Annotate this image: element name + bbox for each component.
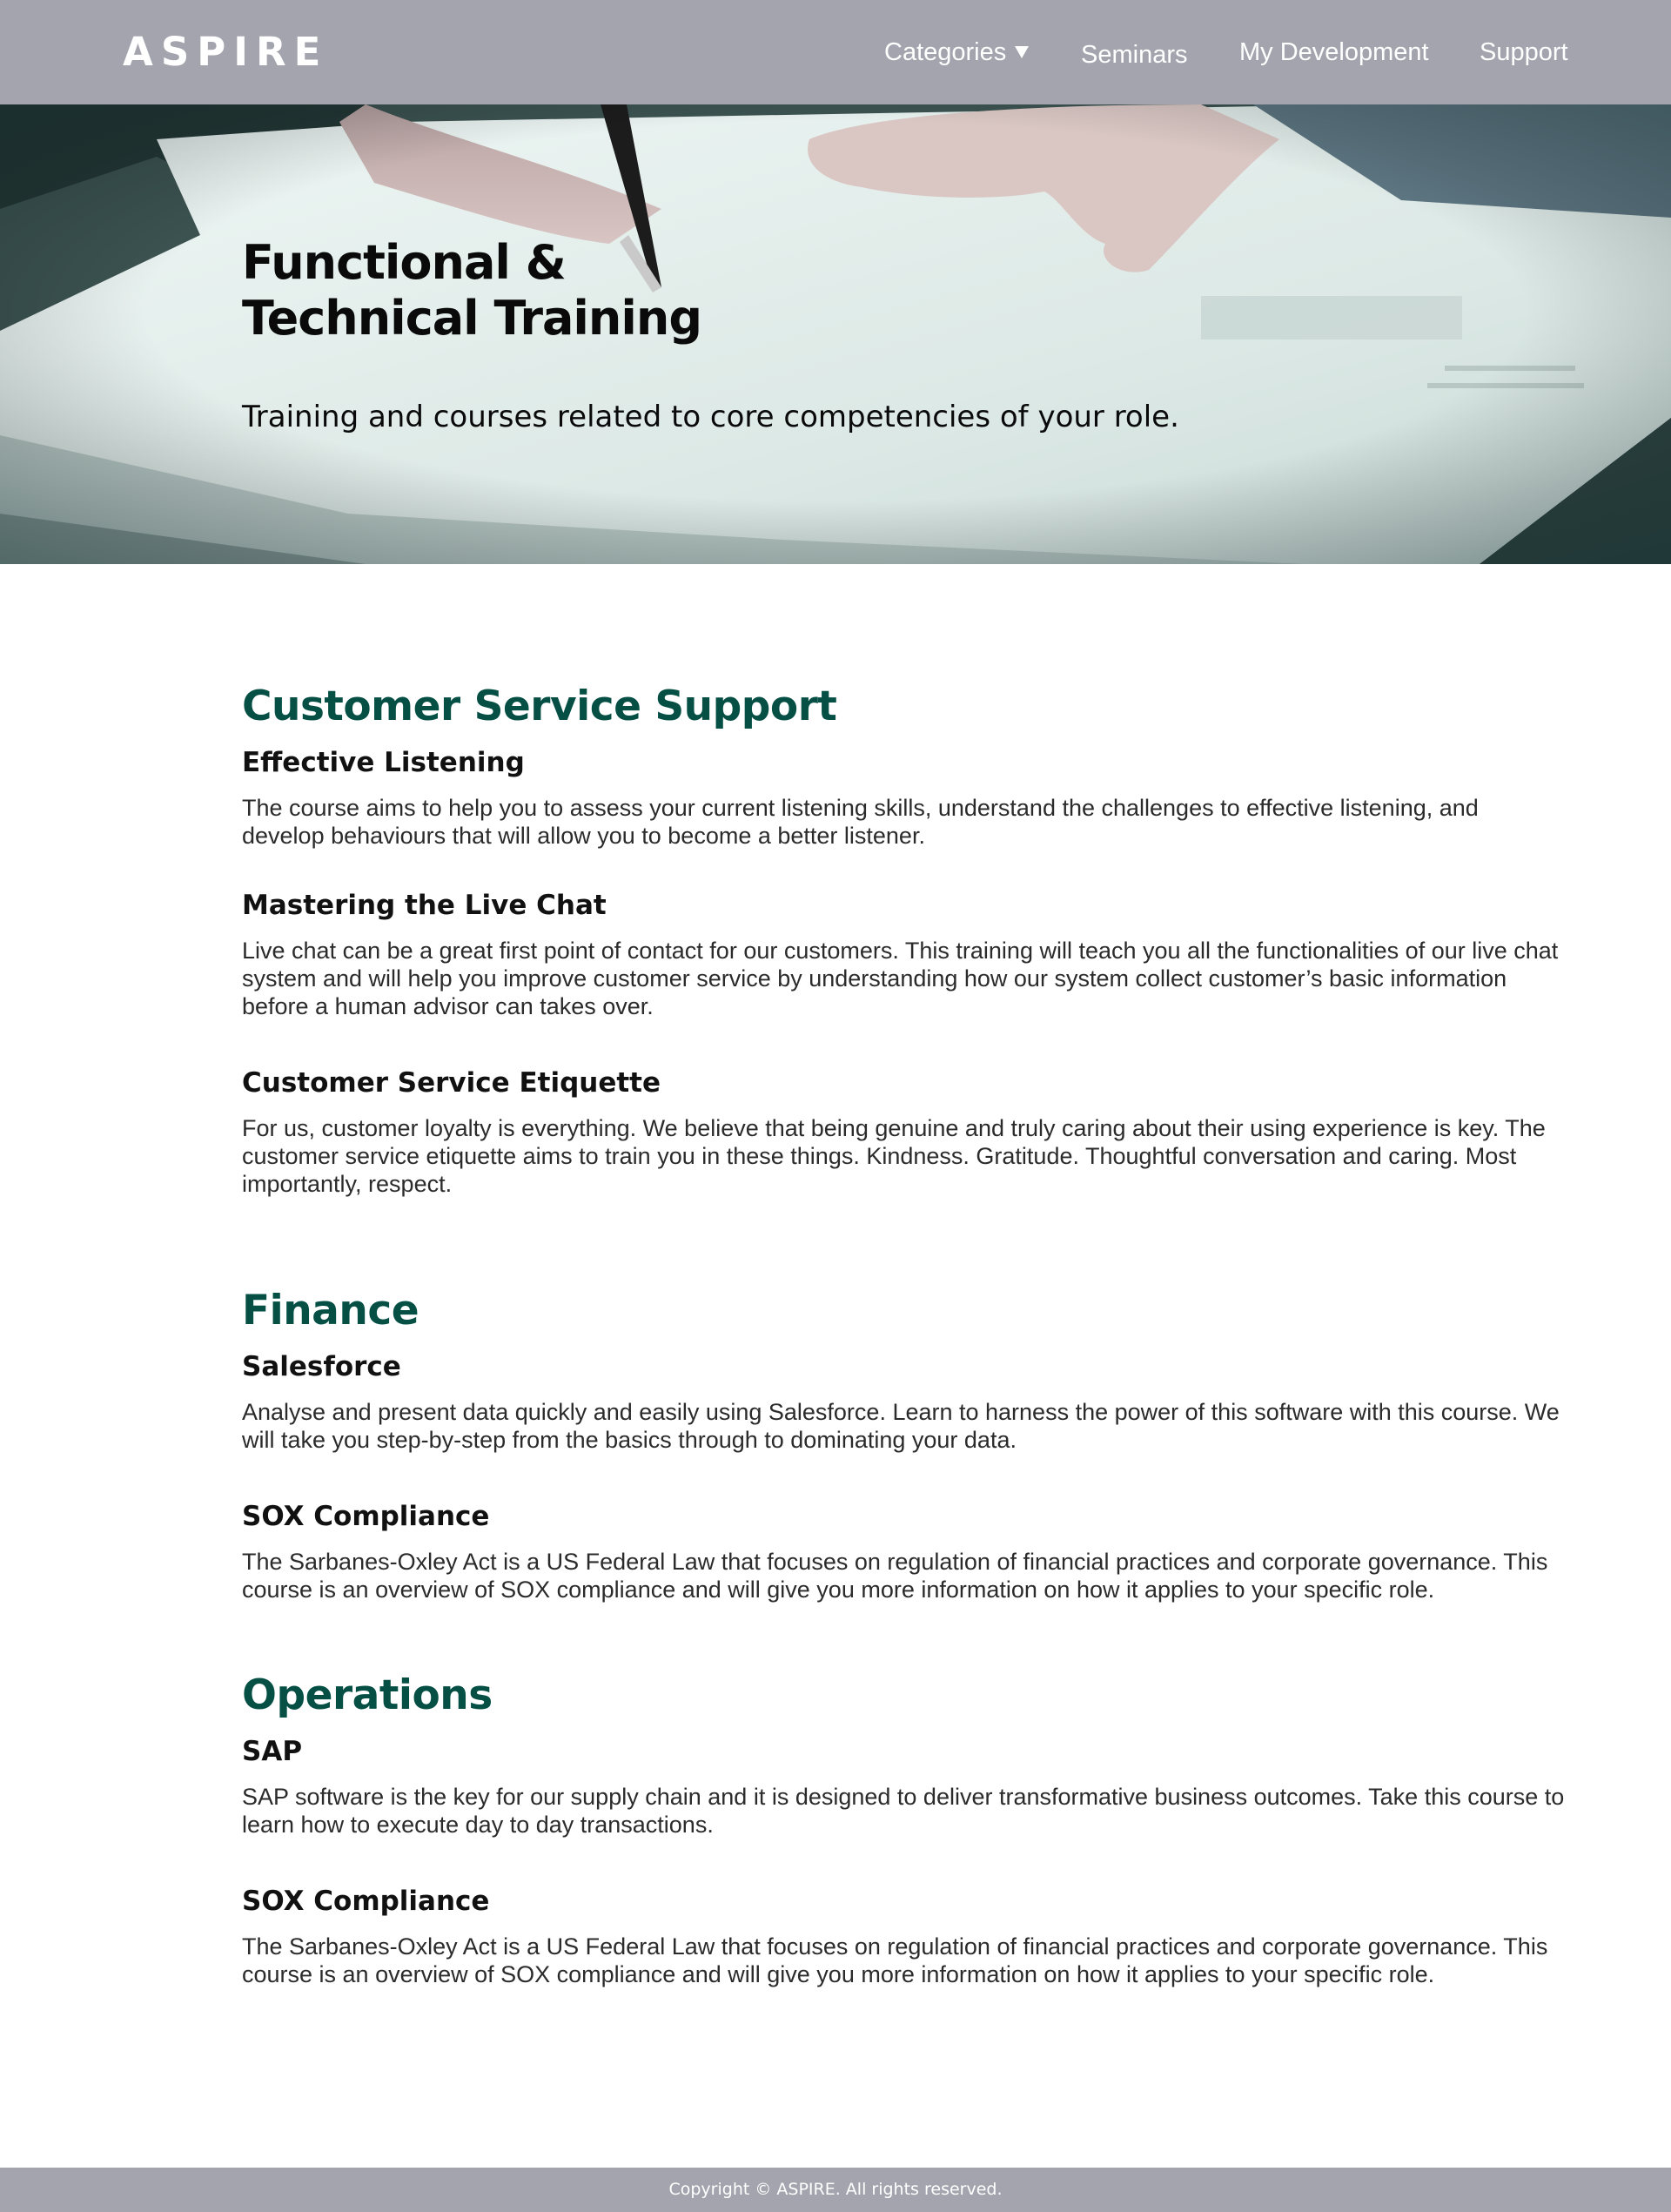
category-title: Customer Service Support bbox=[242, 682, 837, 730]
category-customer-service: Customer Service Support Effective Liste… bbox=[242, 679, 1565, 1198]
course-description: Live chat can be a great first point of … bbox=[242, 938, 1559, 1019]
course-description: Analyse and present data quickly and eas… bbox=[242, 1399, 1560, 1453]
course-catalog: Customer Service Support Effective Liste… bbox=[242, 679, 1565, 1988]
course-description: The course aims to help you to assess yo… bbox=[242, 795, 1479, 849]
category-title: Operations bbox=[242, 1671, 493, 1719]
category-title: Finance bbox=[242, 1287, 419, 1335]
course-title: SOX Compliance bbox=[242, 1886, 490, 1917]
course-title: Mastering the Live Chat bbox=[242, 890, 607, 921]
site-footer: Copyright © ASPIRE. All rights reserved. bbox=[0, 2168, 1671, 2212]
course-description: The Sarbanes-Oxley Act is a US Federal L… bbox=[242, 1933, 1548, 1987]
course-title: Customer Service Etiquette bbox=[242, 1067, 661, 1099]
nav-categories-label: Categories bbox=[884, 38, 1007, 66]
hero-title-line-2: Technical Training bbox=[242, 291, 702, 346]
nav-categories-dropdown[interactable]: Categories bbox=[884, 35, 1030, 70]
copyright-text: Copyright © ASPIRE. All rights reserved. bbox=[668, 2180, 1003, 2199]
hero-banner: Functional & Technical Training Training… bbox=[0, 104, 1671, 564]
hero-title: Functional & Technical Training bbox=[242, 235, 702, 346]
site-header: ASPIRE Categories Seminars My Developmen… bbox=[0, 0, 1671, 104]
category-finance: Finance Salesforce Analyse and present d… bbox=[242, 1283, 1565, 1604]
main-nav: Categories Seminars My Development Suppo… bbox=[0, 35, 1671, 70]
hero-subtitle: Training and courses related to core com… bbox=[242, 400, 1179, 434]
course-title: SOX Compliance bbox=[242, 1501, 490, 1532]
nav-support[interactable]: Support bbox=[1480, 35, 1568, 70]
course-description: For us, customer loyalty is everything. … bbox=[242, 1115, 1546, 1197]
nav-seminars[interactable]: Seminars bbox=[1081, 37, 1188, 72]
hero-title-line-1: Functional & bbox=[242, 235, 567, 290]
caret-down-icon bbox=[1015, 46, 1030, 58]
nav-my-development[interactable]: My Development bbox=[1239, 35, 1429, 70]
course-title: Salesforce bbox=[242, 1351, 401, 1382]
course-title: Effective Listening bbox=[242, 747, 525, 778]
category-operations: Operations SAP SAP software is the key f… bbox=[242, 1668, 1565, 1988]
course-description: The Sarbanes-Oxley Act is a US Federal L… bbox=[242, 1549, 1548, 1603]
course-title: SAP bbox=[242, 1736, 303, 1767]
course-description: SAP software is the key for our supply c… bbox=[242, 1784, 1565, 1838]
